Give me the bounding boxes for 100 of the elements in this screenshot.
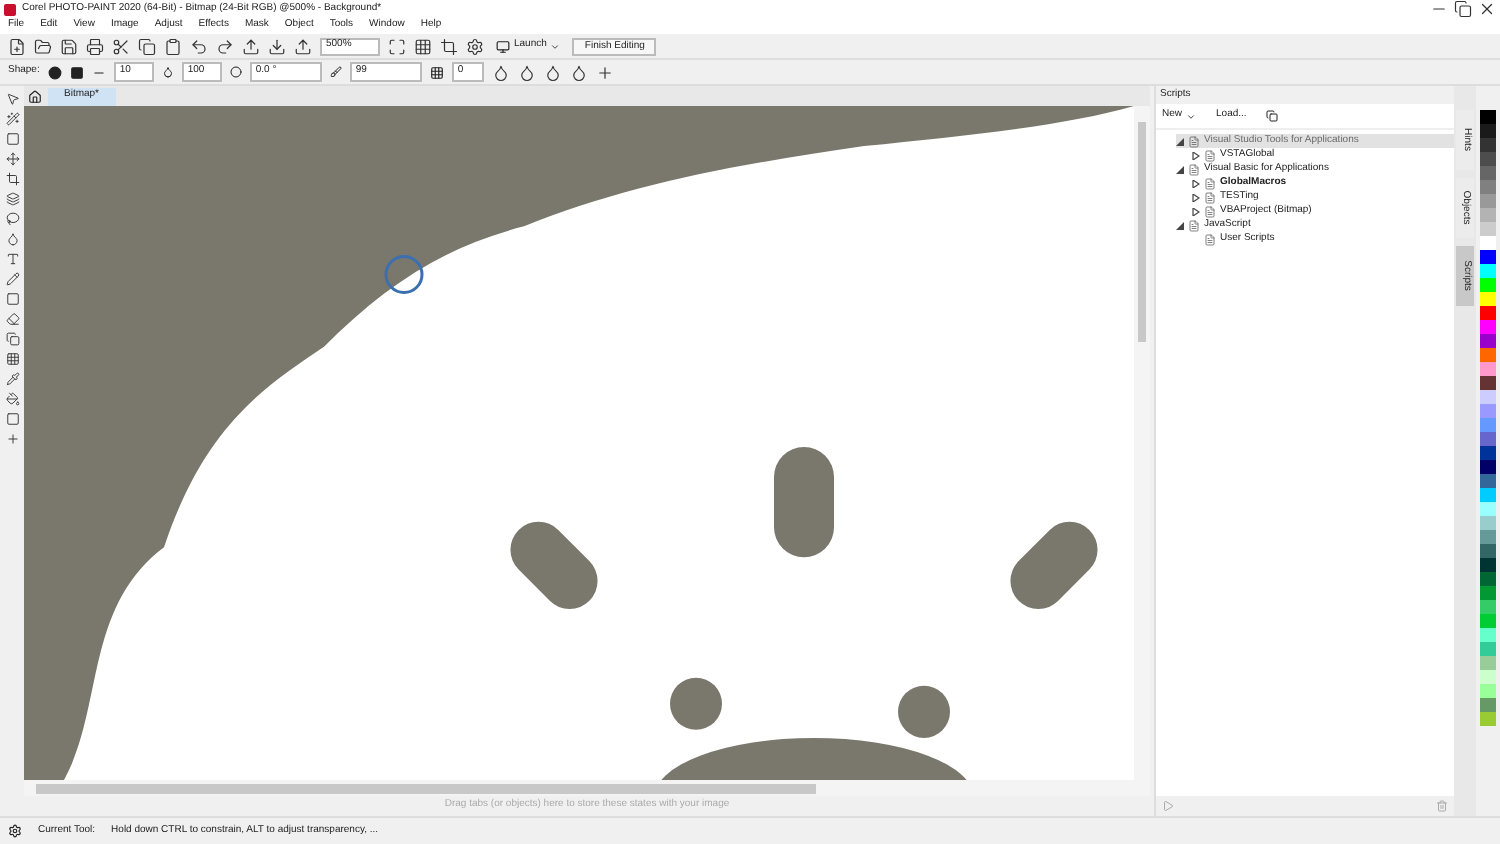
toolbar-icon[interactable] (414, 37, 432, 55)
color-swatch[interactable] (1480, 348, 1496, 362)
run-icon[interactable] (1162, 800, 1174, 812)
restore-icon[interactable] (1454, 0, 1472, 18)
caret-icon (550, 41, 561, 51)
color-swatch[interactable] (1480, 586, 1496, 600)
toolbar-icon[interactable] (242, 37, 260, 55)
color-swatch[interactable] (1480, 320, 1496, 334)
tool-icon[interactable] (5, 352, 19, 366)
tool-icon[interactable] (5, 252, 19, 266)
tool-icon[interactable] (5, 112, 19, 126)
color-swatch[interactable] (1480, 362, 1496, 376)
collapsed-arrow-icon[interactable] (1192, 207, 1200, 215)
color-swatch[interactable] (1480, 222, 1496, 236)
scroll-thumb[interactable] (1138, 122, 1146, 342)
home-icon[interactable] (28, 89, 42, 103)
color-swatch[interactable] (1480, 124, 1496, 138)
color-swatch[interactable] (1480, 474, 1496, 488)
toolbar-icon[interactable] (164, 37, 182, 55)
tool-icon[interactable] (5, 392, 19, 406)
toolbar-icon[interactable] (60, 37, 78, 55)
color-swatch[interactable] (1480, 376, 1496, 390)
tool-icon (8, 824, 22, 838)
collapsed-arrow-icon[interactable] (1192, 193, 1200, 201)
color-swatch[interactable] (1480, 390, 1496, 404)
project-icon (1188, 219, 1200, 231)
collapsed-arrow-icon[interactable] (1192, 179, 1200, 187)
color-swatch[interactable] (1480, 194, 1496, 208)
color-swatch[interactable] (1480, 628, 1496, 642)
tool-icon[interactable] (5, 412, 19, 426)
color-swatch[interactable] (1480, 264, 1496, 278)
color-swatch[interactable] (1480, 432, 1496, 446)
tool-icon[interactable] (5, 272, 19, 286)
transparency-icon (161, 66, 174, 78)
expanded-arrow-icon[interactable] (1176, 221, 1184, 229)
color-swatch[interactable] (1480, 278, 1496, 292)
toolbar-icon[interactable] (216, 37, 234, 55)
scroll-thumb[interactable] (36, 783, 816, 793)
tool-icon[interactable] (5, 312, 19, 326)
tool-icon[interactable] (5, 132, 19, 146)
color-swatch[interactable] (1480, 516, 1496, 530)
color-swatch[interactable] (1480, 530, 1496, 544)
color-swatch[interactable] (1480, 334, 1496, 348)
color-swatch[interactable] (1480, 236, 1496, 250)
toolbar-icon[interactable] (268, 37, 286, 55)
add-icon[interactable] (595, 63, 614, 81)
color-swatch[interactable] (1480, 166, 1496, 180)
toolbar-icon[interactable] (8, 37, 26, 55)
settings-icon[interactable] (466, 37, 484, 55)
trash-icon[interactable] (1436, 800, 1448, 812)
toolbar-icon[interactable] (34, 37, 52, 55)
color-swatch[interactable] (1480, 446, 1496, 460)
color-swatch[interactable] (1480, 614, 1496, 628)
round-shape-icon[interactable] (47, 65, 62, 79)
caret-icon (1186, 111, 1197, 121)
toolbar-icon[interactable] (112, 37, 130, 55)
color-swatch[interactable] (1480, 656, 1496, 670)
tool-icon[interactable] (5, 212, 19, 226)
color-swatch[interactable] (1480, 488, 1496, 502)
color-swatch[interactable] (1480, 460, 1496, 474)
color-swatch[interactable] (1480, 670, 1496, 684)
toolbar-icon[interactable] (86, 37, 104, 55)
color-swatch[interactable] (1480, 250, 1496, 264)
color-swatch[interactable] (1480, 404, 1496, 418)
color-swatch[interactable] (1480, 138, 1496, 152)
copy-icon[interactable] (1266, 110, 1279, 122)
color-swatch[interactable] (1480, 418, 1496, 432)
tool-icon[interactable] (5, 292, 19, 306)
tool-icon[interactable] (5, 332, 19, 346)
color-swatch[interactable] (1480, 544, 1496, 558)
tool-icon[interactable] (5, 232, 19, 246)
toolbar-icon[interactable] (388, 37, 406, 55)
square-shape-icon[interactable] (69, 65, 84, 79)
color-swatch[interactable] (1480, 600, 1496, 614)
close-icon[interactable] (1478, 0, 1496, 18)
tool-icon[interactable] (5, 192, 19, 206)
color-swatch[interactable] (1480, 502, 1496, 516)
tool-icon[interactable] (5, 92, 19, 106)
color-swatch[interactable] (1480, 110, 1496, 124)
color-swatch[interactable] (1480, 698, 1496, 712)
soft-edge-icon (429, 65, 444, 79)
color-swatch[interactable] (1480, 152, 1496, 166)
color-swatch[interactable] (1480, 180, 1496, 194)
color-swatch[interactable] (1480, 572, 1496, 586)
tool-icon[interactable] (5, 372, 19, 386)
tool-icon[interactable] (5, 172, 19, 186)
tool-icon[interactable] (5, 152, 19, 166)
toolbar-icon[interactable] (294, 37, 312, 55)
color-swatch[interactable] (1480, 684, 1496, 698)
project-icon (1188, 135, 1200, 147)
expanded-arrow-icon[interactable] (1176, 165, 1184, 173)
color-swatch[interactable] (1480, 558, 1496, 572)
toolbar-icon[interactable] (138, 37, 156, 55)
toolbar-icon[interactable] (440, 37, 458, 55)
color-swatch[interactable] (1480, 292, 1496, 306)
color-swatch[interactable] (1480, 208, 1496, 222)
color-swatch[interactable] (1480, 712, 1496, 726)
toolbar-icon[interactable] (190, 37, 208, 55)
color-swatch[interactable] (1480, 306, 1496, 320)
color-swatch[interactable] (1480, 642, 1496, 656)
